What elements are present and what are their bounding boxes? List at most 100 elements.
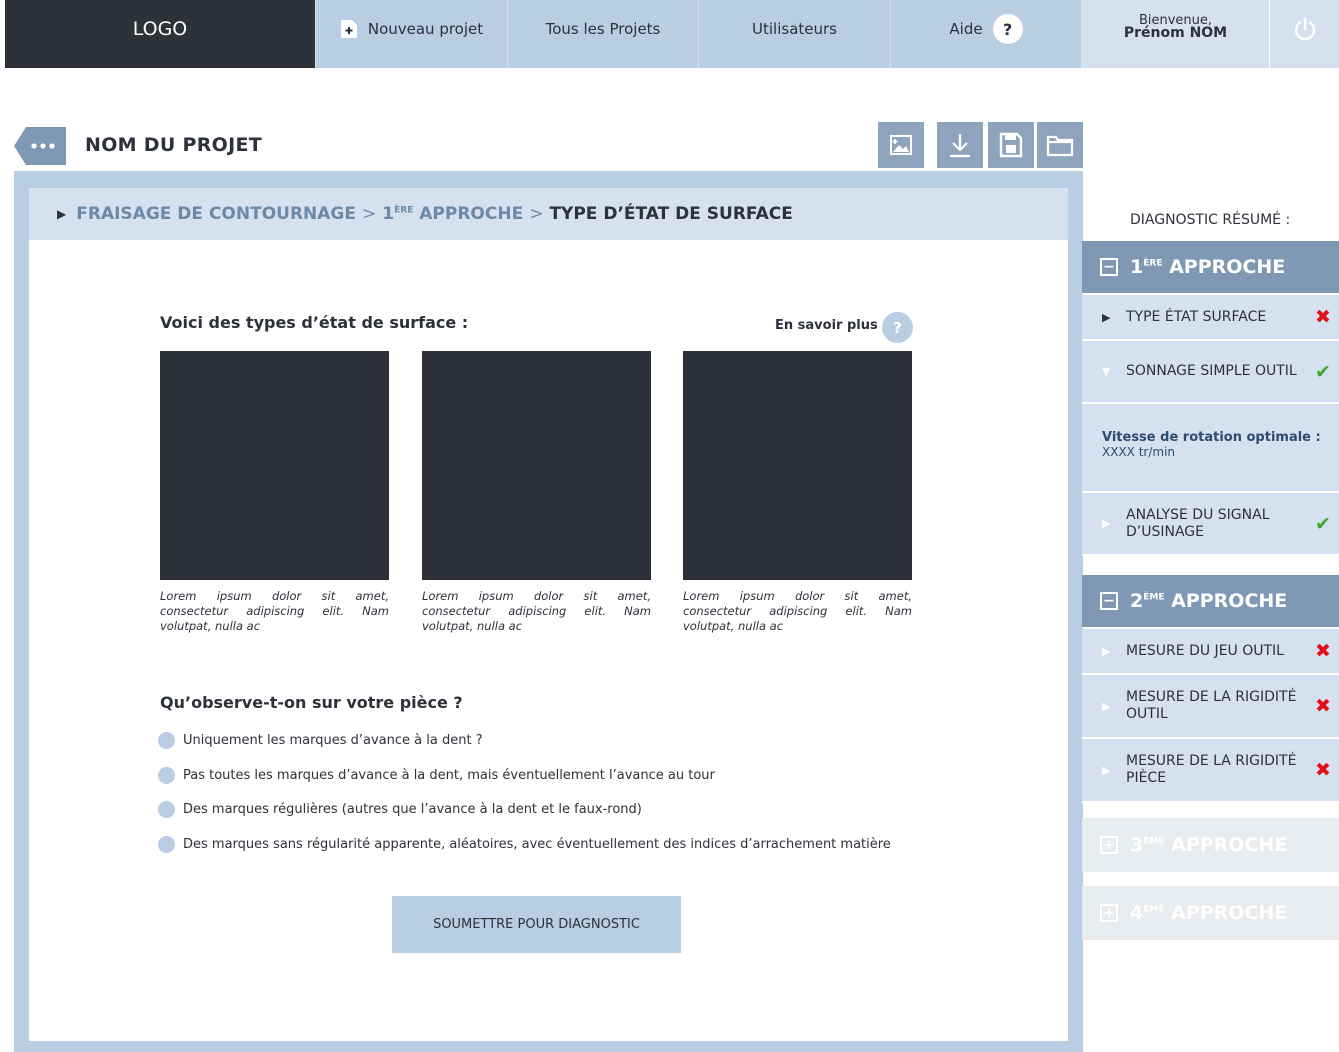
- expand-icon[interactable]: +: [1100, 836, 1118, 854]
- approach-1-title: 1ÈRE APPROCHE: [1130, 256, 1285, 278]
- collapse-icon[interactable]: −: [1100, 592, 1118, 610]
- approach-num: 3: [1130, 834, 1144, 856]
- sidebar-item-label: ANALYSE DU SIGNAL D’USINAGE: [1126, 506, 1270, 540]
- optimal-speed-info: Vitesse de rotation optimale : XXXX tr/m…: [1082, 404, 1339, 493]
- cross-icon: ✖: [1315, 306, 1331, 328]
- user-welcome: Bienvenue, Prénom NOM: [1081, 0, 1269, 68]
- sidebar-item-label: TYPE ÉTAT SURFACE: [1126, 308, 1267, 325]
- user-name: Prénom NOM: [1123, 25, 1228, 41]
- surface-sample-caption-1: Lorem ipsum dolor sit amet, consectetur …: [160, 589, 389, 633]
- download-icon: [950, 134, 970, 158]
- check-icon: ✔: [1315, 512, 1331, 535]
- submit-diagnostic-button[interactable]: SOUMETTRE POUR DIAGNOSTIC: [392, 896, 681, 953]
- approach-label: APPROCHE: [1169, 256, 1286, 278]
- approach-num: 1: [1130, 256, 1144, 278]
- cross-icon: ✖: [1315, 695, 1331, 717]
- sidebar-item-jeu-outil[interactable]: ▶ MESURE DU JEU OUTIL ✖: [1082, 629, 1339, 675]
- new-project-button[interactable]: Nouveau projet: [315, 0, 507, 68]
- answer-option-label: Uniquement les marques d’avance à la den…: [183, 733, 483, 748]
- breadcrumb-approche-sup: ÈRE: [394, 205, 414, 216]
- new-project-label: Nouveau projet: [367, 20, 484, 38]
- download-button[interactable]: [937, 122, 983, 168]
- approach-num: 4: [1130, 902, 1144, 924]
- surface-sample-image-2: [422, 351, 651, 580]
- answer-option-label: Des marques régulières (autres que l’ava…: [183, 802, 642, 817]
- add-image-icon: [890, 135, 912, 155]
- approach-sup: ÈME: [1143, 904, 1165, 915]
- project-menu-button[interactable]: [14, 127, 66, 165]
- sidebar-item-rigidite-piece[interactable]: ▶ MESURE DE LA RIGIDITÉ PIÈCE ✖: [1082, 739, 1339, 803]
- radio-button[interactable]: [158, 801, 175, 818]
- approach-2-header[interactable]: − 2ÈME APPROCHE: [1082, 575, 1339, 627]
- collapse-icon[interactable]: −: [1100, 258, 1118, 276]
- sidebar-item-type-etat-surface[interactable]: ▶ TYPE ÉTAT SURFACE ✖: [1082, 295, 1339, 341]
- answer-option-3[interactable]: Des marques régulières (autres que l’ava…: [158, 801, 642, 818]
- help-icon: ?: [992, 14, 1023, 44]
- approach-3-header[interactable]: + 3ÈME APPROCHE: [1082, 818, 1339, 872]
- surface-sample-image-1: [160, 351, 389, 580]
- help-label: Aide: [949, 20, 983, 38]
- learn-more-link[interactable]: En savoir plus: [775, 318, 878, 333]
- logo-text: LOGO: [132, 18, 188, 40]
- breadcrumb-arrow-icon: ▶: [57, 207, 67, 221]
- arrow-right-icon: ▶: [1102, 763, 1111, 777]
- new-document-icon: [340, 20, 357, 38]
- all-projects-link[interactable]: Tous les Projets: [507, 0, 698, 68]
- approach-sup: ÈME: [1143, 592, 1165, 603]
- breadcrumb-separator: >: [362, 204, 377, 224]
- project-title: NOM DU PROJET: [85, 134, 263, 156]
- breadcrumb-current: TYPE D’ÉTAT DE SURFACE: [549, 204, 793, 224]
- more-options-icon: [14, 127, 66, 165]
- arrow-right-icon: ▶: [1102, 699, 1111, 713]
- sidebar-item-sonnage[interactable]: ▼ SONNAGE SIMPLE OUTIL ✔: [1082, 341, 1339, 404]
- breadcrumb-item-approche[interactable]: 1ÈRE APPROCHE: [382, 204, 523, 224]
- breadcrumb-item-fraisage[interactable]: FRAISAGE DE CONTOURNAGE: [76, 204, 356, 224]
- open-folder-button[interactable]: [1037, 122, 1083, 168]
- breadcrumb-separator: >: [529, 204, 544, 224]
- users-link[interactable]: Utilisateurs: [698, 0, 890, 68]
- answer-option-4[interactable]: Des marques sans régularité apparente, a…: [158, 836, 891, 853]
- diagnostic-summary-title: DIAGNOSTIC RÉSUMÉ :: [1130, 212, 1291, 228]
- sidebar-item-label: MESURE DE LA RIGIDITÉ OUTIL: [1126, 689, 1297, 722]
- approach-sup: ÈRE: [1143, 258, 1163, 269]
- learn-more-help-icon[interactable]: ?: [882, 312, 913, 343]
- logo[interactable]: LOGO: [5, 0, 315, 68]
- check-icon: ✔: [1315, 360, 1331, 383]
- logout-button[interactable]: [1269, 0, 1339, 68]
- help-link[interactable]: Aide ?: [890, 0, 1081, 68]
- breadcrumb-approche-text: APPROCHE: [413, 204, 524, 224]
- breadcrumb: ▶ FRAISAGE DE CONTOURNAGE > 1ÈRE APPROCH…: [29, 188, 1068, 240]
- answer-option-2[interactable]: Pas toutes les marques d’avance à la den…: [158, 767, 715, 784]
- sidebar-item-label: MESURE DE LA RIGIDITÉ PIÈCE: [1126, 753, 1297, 786]
- arrow-right-icon: ▶: [1102, 644, 1111, 658]
- approach-1-header[interactable]: − 1ÈRE APPROCHE: [1082, 241, 1339, 293]
- add-image-button[interactable]: [878, 122, 924, 168]
- question-title: Qu’observe-t-on sur votre pièce ?: [160, 693, 463, 712]
- radio-button[interactable]: [158, 767, 175, 784]
- approach-num: 2: [1130, 590, 1144, 612]
- approach-4-header[interactable]: + 4ÈME APPROCHE: [1082, 886, 1339, 940]
- folder-icon: [1046, 135, 1074, 157]
- arrow-right-icon: ▶: [1102, 517, 1111, 530]
- surface-sample-caption-3: Lorem ipsum dolor sit amet, consectetur …: [683, 589, 912, 633]
- surface-sample-image-3: [683, 351, 912, 580]
- save-button[interactable]: [988, 122, 1034, 168]
- approach-3-title: 3ÈME APPROCHE: [1130, 834, 1287, 856]
- cross-icon: ✖: [1315, 759, 1331, 781]
- optimal-speed-value: XXXX tr/min: [1102, 445, 1176, 459]
- sidebar-item-label: SONNAGE SIMPLE OUTIL: [1126, 363, 1297, 379]
- sidebar-item-analyse-signal[interactable]: ▶ ANALYSE DU SIGNAL D’USINAGE ✔: [1082, 493, 1339, 556]
- cross-icon: ✖: [1315, 640, 1331, 662]
- approach-2-title: 2ÈME APPROCHE: [1130, 590, 1287, 612]
- power-icon: [1294, 17, 1315, 41]
- answer-option-1[interactable]: Uniquement les marques d’avance à la den…: [158, 732, 483, 749]
- radio-button[interactable]: [158, 732, 175, 749]
- answer-option-label: Des marques sans régularité apparente, a…: [183, 837, 891, 852]
- surface-types-title: Voici des types d’état de surface :: [160, 313, 469, 332]
- answer-option-label: Pas toutes les marques d’avance à la den…: [183, 768, 715, 783]
- top-navigation: LOGO Nouveau projet Tous les Projets Uti…: [5, 0, 1339, 68]
- radio-button[interactable]: [158, 836, 175, 853]
- sidebar-item-rigidite-outil[interactable]: ▶ MESURE DE LA RIGIDITÉ OUTIL ✖: [1082, 675, 1339, 739]
- expand-icon[interactable]: +: [1100, 904, 1118, 922]
- approach-label: APPROCHE: [1171, 902, 1288, 924]
